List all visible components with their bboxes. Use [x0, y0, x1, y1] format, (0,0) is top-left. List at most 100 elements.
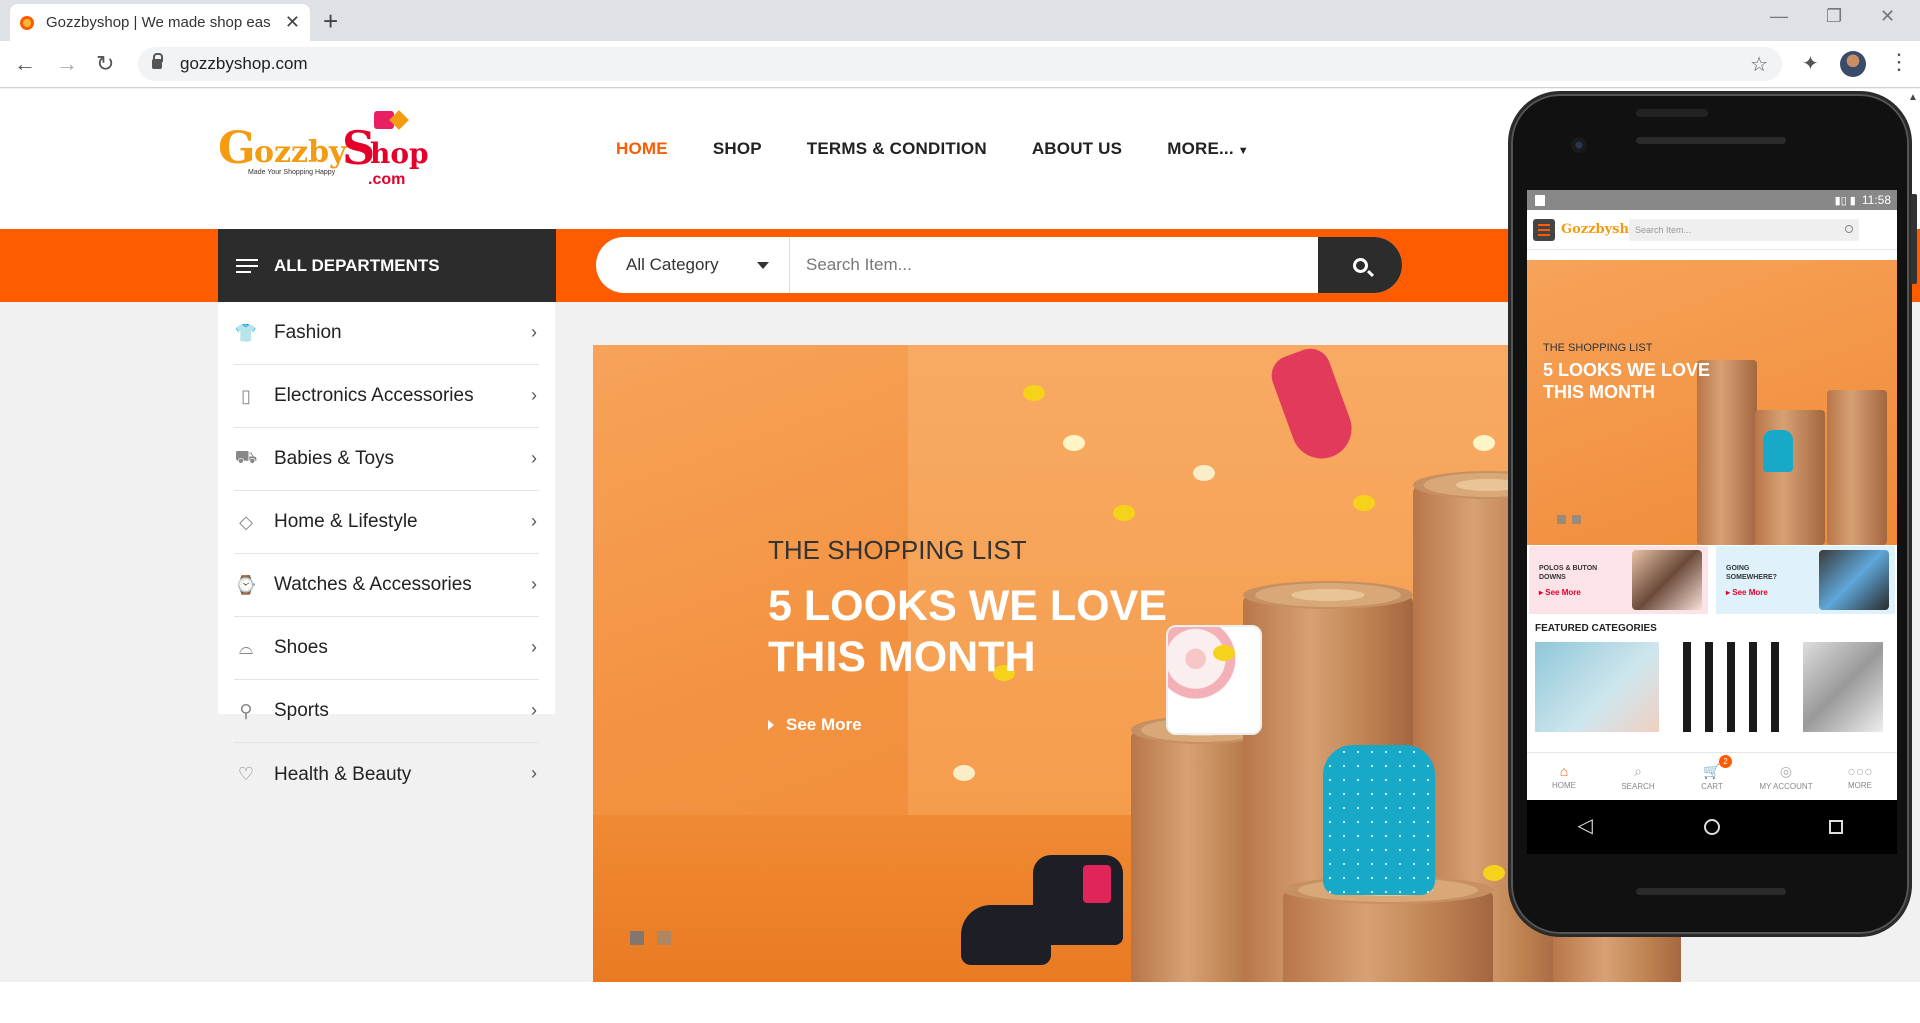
nav-terms[interactable]: TERMS & CONDITION	[807, 139, 987, 159]
departments-menu: 👕 Fashion › ▯ Electronics Accessories › …	[218, 302, 555, 785]
sd-card-icon	[1535, 195, 1545, 206]
all-departments-label: ALL DEPARTMENTS	[274, 255, 440, 275]
department-label: Fashion	[274, 322, 342, 343]
mobile-tab-more[interactable]: ○○○ MORE	[1823, 753, 1897, 800]
featured-category-card[interactable]	[1669, 642, 1793, 732]
nav-about[interactable]: ABOUT US	[1032, 139, 1122, 159]
restore-icon[interactable]: ❐	[1826, 6, 1842, 27]
shoe-icon: ⌓	[238, 637, 254, 658]
slider-dot-2[interactable]	[1572, 515, 1581, 524]
android-recents-icon[interactable]	[1828, 820, 1843, 834]
department-item-sports[interactable]: ⚲ Sports ›	[234, 680, 539, 743]
mobile-search-input[interactable]: Search Item...	[1629, 218, 1859, 241]
extensions-icon[interactable]: ✦	[1802, 51, 1819, 76]
department-item-watches[interactable]: ⌚ Watches & Accessories ›	[234, 554, 539, 617]
department-item-electronics[interactable]: ▯ Electronics Accessories ›	[234, 365, 539, 428]
mobile-tab-account[interactable]: ◎ MY ACCOUNT	[1749, 753, 1823, 800]
nav-shop[interactable]: SHOP	[713, 139, 762, 159]
main-nav: HOME SHOP TERMS & CONDITION ABOUT US MOR…	[616, 139, 1294, 159]
logo-letter-g: G	[218, 123, 256, 174]
mobile-tab-search[interactable]: ⌕ SEARCH	[1601, 753, 1675, 800]
address-bar[interactable]: gozzbyshop.com ☆	[138, 47, 1782, 81]
chevron-right-icon: ›	[531, 448, 537, 468]
petal-decoration	[1063, 435, 1085, 451]
heart-icon: ♡	[237, 764, 255, 784]
dropdown-triangle-icon	[757, 262, 769, 269]
url-text: gozzbyshop.com	[180, 54, 308, 73]
nav-more[interactable]: MORE... ▼	[1167, 139, 1249, 159]
nav-home[interactable]: HOME	[616, 139, 668, 159]
close-tab-icon[interactable]: ✕	[285, 12, 300, 33]
home-icon: ⌂	[1559, 763, 1569, 779]
profile-avatar[interactable]	[1840, 51, 1866, 77]
forward-icon[interactable]: →	[56, 51, 78, 77]
mobile-tab-cart[interactable]: 🛒 2 CART	[1675, 753, 1749, 800]
new-tab-icon[interactable]: +	[323, 6, 338, 37]
mobile-slider-dots	[1557, 515, 1581, 524]
hero-see-more-link[interactable]: See More	[768, 715, 862, 735]
mobile-hero-subtitle: THE SHOPPING LIST	[1543, 342, 1653, 354]
slider-dot-2[interactable]	[657, 931, 671, 945]
search-button[interactable]	[1318, 237, 1402, 293]
all-departments-button[interactable]: ALL DEPARTMENTS	[218, 229, 556, 302]
slider-dot-1[interactable]	[1557, 515, 1566, 524]
mobile-logo[interactable]: Gozzbyshop	[1561, 222, 1647, 237]
hero-backpack-image	[1323, 745, 1435, 895]
phone-icon: ▯	[241, 385, 251, 406]
racket-icon: ⚲	[239, 700, 253, 721]
department-item-health-beauty[interactable]: ♡ Health & Beauty ›	[234, 743, 539, 806]
slider-dot-1[interactable]	[630, 931, 644, 945]
promo-link[interactable]: ▸ See More	[1539, 588, 1581, 597]
department-item-shoes[interactable]: ⌓ Shoes ›	[234, 617, 539, 680]
site-logo[interactable]: G ozzby S hop .com Made Your Shopping Ha…	[218, 110, 429, 189]
phone-top-speaker	[1636, 109, 1708, 117]
browser-menu-icon[interactable]: ⋮	[1888, 49, 1910, 75]
hero-title: 5 LOOKS WE LOVE THIS MONTH	[768, 582, 1167, 681]
search-icon	[1352, 257, 1368, 273]
mobile-tab-label: HOME	[1552, 781, 1576, 790]
bookmark-star-icon[interactable]: ☆	[1750, 52, 1768, 77]
back-icon[interactable]: ←	[14, 51, 36, 77]
reload-icon[interactable]: ↻	[96, 51, 114, 77]
scrollbar-up-arrow-icon[interactable]: ▲	[1908, 92, 1918, 103]
android-back-icon[interactable]	[1578, 813, 1595, 838]
mobile-menu-button[interactable]	[1533, 218, 1555, 241]
featured-category-card[interactable]	[1535, 642, 1659, 732]
page-bottom-section	[0, 982, 1920, 1023]
caret-down-icon: ▼	[1237, 145, 1249, 157]
window-close-icon[interactable]: ✕	[1880, 6, 1895, 27]
department-item-fashion[interactable]: 👕 Fashion ›	[234, 302, 539, 365]
petal-decoration	[1473, 435, 1495, 451]
more-icon: ○○○	[1847, 763, 1873, 779]
petal-decoration	[1213, 645, 1235, 661]
account-icon: ◎	[1779, 762, 1793, 779]
featured-category-card[interactable]	[1803, 642, 1883, 732]
promo-link[interactable]: ▸ See More	[1726, 588, 1768, 597]
mobile-hero-slider: THE SHOPPING LIST 5 LOOKS WE LOVE THIS M…	[1527, 260, 1897, 545]
chevron-right-icon: ›	[531, 574, 537, 594]
department-item-home-lifestyle[interactable]: ◇ Home & Lifestyle ›	[234, 491, 539, 554]
mobile-preview-device: ▮▯ ▮ 11:58 Gozzbyshop Search Item... THE…	[1508, 91, 1917, 937]
mobile-tab-label: CART	[1701, 781, 1723, 791]
search-input[interactable]	[790, 237, 1318, 293]
mobile-hero-title: 5 LOOKS WE LOVE THIS MONTH	[1543, 360, 1711, 402]
browser-tab[interactable]: Gozzbyshop | We made shop eas ✕	[10, 4, 310, 41]
promo-title: GOING SOMEWHERE?	[1726, 565, 1777, 581]
promo-going-somewhere[interactable]: GOING SOMEWHERE? ▸ See More	[1716, 546, 1895, 614]
category-select[interactable]: All Category	[596, 237, 790, 293]
petal-decoration	[1483, 865, 1505, 881]
petal-decoration	[1023, 385, 1045, 401]
chevron-right-icon: ›	[531, 322, 537, 342]
android-home-icon[interactable]	[1703, 819, 1720, 835]
mobile-header: Gozzbyshop Search Item...	[1527, 210, 1897, 250]
department-item-babies-toys[interactable]: ⛟ Babies & Toys ›	[234, 428, 539, 491]
promo-polos[interactable]: POLOS & BUTON DOWNS ▸ See More	[1529, 546, 1708, 614]
watch-icon: ⌚	[234, 574, 258, 595]
phone-bottom-speaker	[1636, 888, 1786, 895]
mobile-tab-home[interactable]: ⌂ HOME	[1527, 753, 1601, 800]
minimize-icon[interactable]: —	[1770, 6, 1788, 27]
mobile-screen: ▮▯ ▮ 11:58 Gozzbyshop Search Item... THE…	[1527, 190, 1897, 800]
android-nav-bar	[1527, 800, 1897, 854]
hero-stump	[1755, 410, 1825, 545]
phone-camera	[1571, 137, 1587, 153]
